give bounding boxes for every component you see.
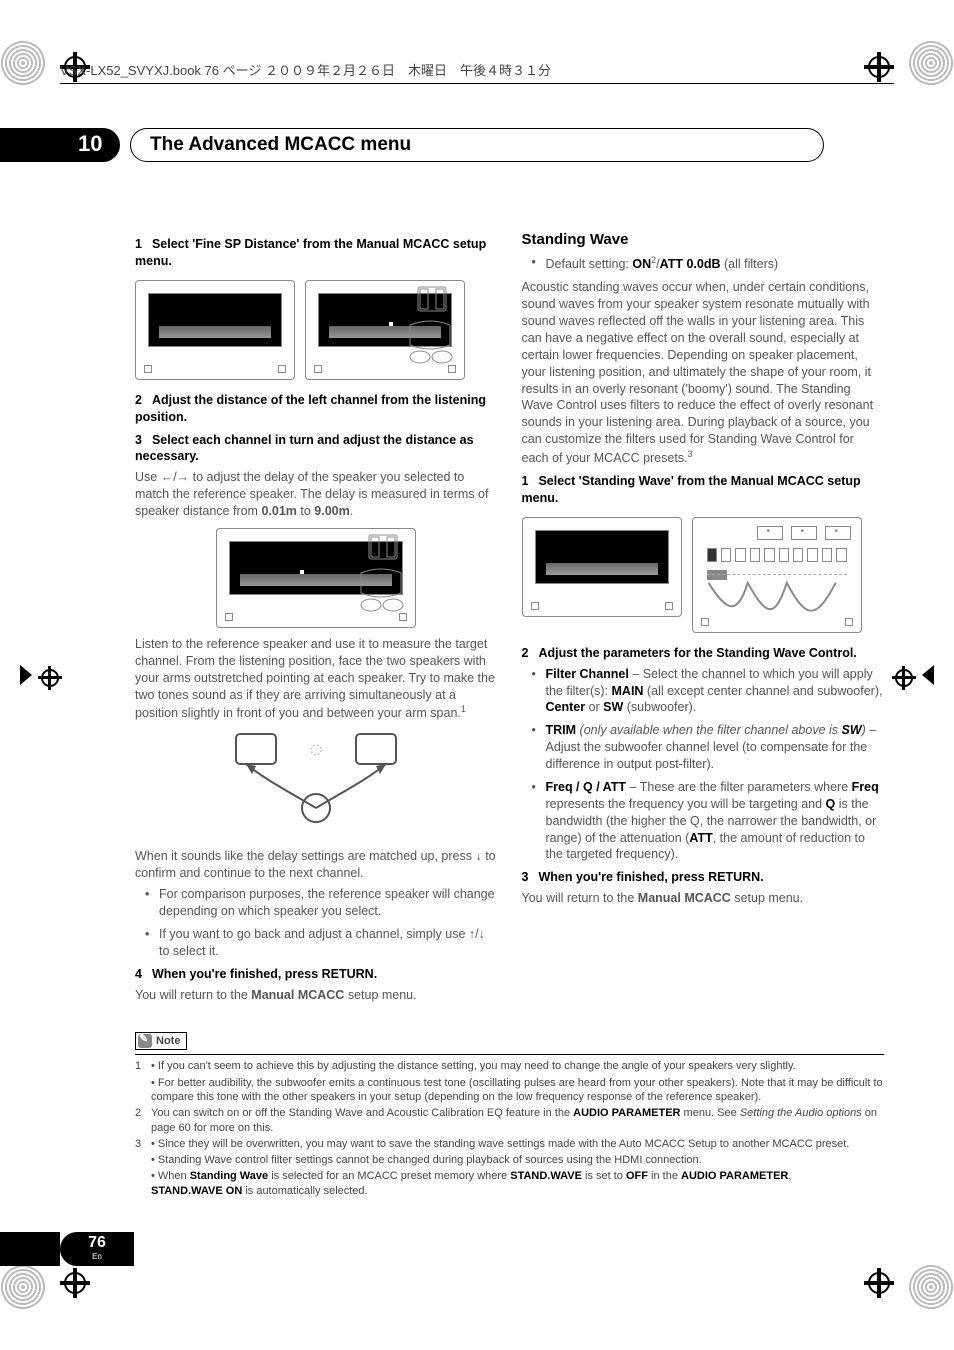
tv-with-sofa-diagram-2 [135,528,498,628]
footnote-text: • If you can't seem to achieve this by a… [151,1059,884,1073]
section-heading: Standing Wave [522,230,885,250]
bullet-freq-q-att: Freq / Q / ATT – These are the filter pa… [536,779,885,863]
up-down-arrow-icon: ↑/↓ [469,927,485,941]
step-number: 2 [135,393,142,407]
step-title: When you're finished, press RETURN. [538,870,763,884]
step-number: 1 [522,474,529,488]
note-badge: Note [135,1032,187,1050]
chapter-bar: 10 The Advanced MCACC menu [0,128,894,162]
footnote-text: • For better audibility, the subwoofer e… [135,1076,884,1105]
chapter-title: The Advanced MCACC menu [150,134,411,156]
match-paragraph: When it sounds like the delay settings a… [135,848,498,882]
pencil-icon [138,1034,152,1048]
step-title: Select each channel in turn and adjust t… [135,433,474,464]
footnote-ref: 1 [461,704,466,714]
standing-wave-paragraph: Acoustic standing waves occur when, unde… [522,279,885,467]
crop-mark-icon [864,1268,894,1298]
step-number: 4 [135,967,142,981]
step-number: 3 [135,433,142,447]
footnote-ref: 3 [688,449,693,459]
footnote-number: 1 [135,1059,145,1073]
step-number: 3 [522,870,529,884]
tv-screen-diagram [522,517,682,617]
right-column: Standing Wave Default setting: ON2/ATT 0… [522,230,885,1007]
register-mark-icon [0,40,46,86]
bullet-filter-channel: Filter Channel – Select the channel to w… [536,666,885,717]
running-header: VSX-LX52_SVYXJ.book 76 ページ ２００９年２月２６日 木曜… [60,60,894,84]
step-title: Adjust the distance of the left channel … [135,393,486,424]
page-number-badge: 76 En [60,1232,134,1266]
eq-graph-diagram [692,517,862,633]
tv-with-sofa-diagram [305,280,465,380]
return-line: You will return to the Manual MCACC setu… [135,987,498,1004]
step-number: 2 [522,646,529,660]
footnote-text: • Standing Wave control filter settings … [135,1153,884,1167]
bullet-item: For comparison purposes, the reference s… [149,886,498,920]
diagram-tv-and-eq [522,517,885,633]
bullet-item: If you want to go back and adjust a chan… [149,926,498,960]
listen-paragraph: Listen to the reference speaker and use … [135,636,498,723]
page: VSX-LX52_SVYXJ.book 76 ページ ２００９年２月２６日 木曜… [0,0,954,1350]
side-marker-icon [20,665,32,685]
footnote-number: 2 [135,1106,145,1135]
footnote-text: You can switch on or off the Standing Wa… [151,1106,884,1135]
step3-body: Use ←/→ to adjust the delay of the speak… [135,469,498,520]
listener-between-speakers-diagram [135,730,498,840]
crop-mark-icon [60,1268,90,1298]
step-title: Adjust the parameters for the Standing W… [538,646,856,660]
step-number: 1 [135,237,142,251]
page-number: 76 [60,1232,134,1252]
left-right-arrow-icon: ←/→ [161,470,189,484]
register-mark-icon [908,40,954,86]
page-language: En [60,1252,134,1261]
footnote-text: • When Standing Wave is selected for an … [135,1169,884,1198]
left-column: 1Select 'Fine SP Distance' from the Manu… [135,230,498,1007]
sofa-speakers-icon [340,285,460,375]
note-section: Note 1 • If you can't seem to achieve thi… [135,1032,884,1200]
crop-mark-icon [38,666,62,690]
note-label: Note [156,1034,180,1048]
crop-mark-icon [892,666,916,690]
footnote-number: 3 [135,1137,145,1151]
running-header-text: VSX-LX52_SVYXJ.book 76 ページ ２００９年２月２６日 木曜… [60,63,551,78]
default-setting-line: Default setting: ON2/ATT 0.0dB (all filt… [536,254,885,273]
step-title: When you're finished, press RETURN. [152,967,377,981]
bullet-trim: TRIM (only available when the filter cha… [536,722,885,773]
register-mark-icon [0,1264,46,1310]
step-title: Select 'Standing Wave' from the Manual M… [522,474,861,505]
side-marker-icon [922,665,934,685]
tv-screen-diagram [135,280,295,380]
register-mark-icon [908,1264,954,1310]
sofa-speakers-icon [291,533,411,623]
return-line: You will return to the Manual MCACC setu… [522,890,885,907]
diagram-tv-and-sofa [135,280,498,380]
footnote-text: • Since they will be overwritten, you ma… [151,1137,884,1151]
chapter-number: 10 [78,131,102,157]
step-title: Select 'Fine SP Distance' from the Manua… [135,237,486,268]
page-footer-bar [0,1232,60,1266]
